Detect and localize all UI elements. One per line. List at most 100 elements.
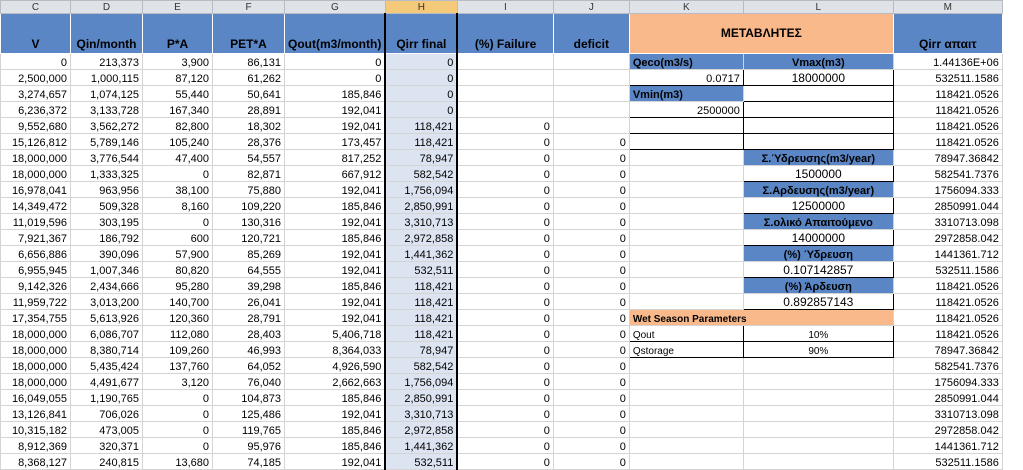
cell-qirr-final[interactable]: 582,542	[384, 165, 459, 182]
cell-peta[interactable]: 28,376	[212, 133, 285, 150]
cell-failure[interactable]: 0	[456, 133, 554, 150]
cell-pa[interactable]: 137,760	[142, 357, 213, 374]
cell-peta[interactable]: 39,298	[212, 277, 285, 294]
cell-qout[interactable]: 0	[284, 69, 386, 86]
cell-failure[interactable]: 0	[456, 389, 554, 406]
cell-pa[interactable]: 105,240	[142, 133, 213, 150]
cell-qin[interactable]: 240,815	[70, 453, 143, 470]
cell-pa[interactable]: 0	[142, 421, 213, 438]
cell-l[interactable]	[742, 101, 894, 118]
cell-v[interactable]: 11,959,722	[0, 293, 71, 310]
cell-l[interactable]	[742, 85, 894, 102]
header-v[interactable]: V	[0, 13, 71, 54]
cell-qout[interactable]: 2,662,663	[284, 373, 386, 390]
cell-pa[interactable]: 3,120	[142, 373, 213, 390]
cell-deficit[interactable]: 0	[552, 261, 630, 278]
cell-qirr-final[interactable]: 0	[384, 101, 459, 118]
cell-qin[interactable]: 473,005	[70, 421, 143, 438]
cell-peta[interactable]: 95,976	[212, 437, 285, 454]
cell-qin[interactable]: 213,373	[70, 53, 143, 70]
cell-deficit[interactable]: 0	[552, 437, 630, 454]
cell-l[interactable]	[742, 117, 894, 134]
cell-qin[interactable]: 2,434,666	[70, 277, 143, 294]
cell-qirr-final[interactable]: 1,756,094	[384, 181, 459, 198]
cell-qirr-required[interactable]: 1.44136E+06	[892, 53, 1003, 70]
qeco-value[interactable]: 0.0717	[628, 69, 744, 86]
column-header-g[interactable]: G	[284, 0, 386, 14]
cell-peta[interactable]: 75,880	[212, 181, 285, 198]
cell-l[interactable]	[742, 421, 894, 438]
cell-peta[interactable]: 64,555	[212, 261, 285, 278]
cell-pa[interactable]: 95,280	[142, 277, 213, 294]
cell-k[interactable]	[628, 117, 744, 134]
cell-pa[interactable]: 120,360	[142, 309, 213, 326]
cell-failure[interactable]	[456, 101, 554, 118]
cell-deficit[interactable]: 0	[552, 341, 630, 358]
cell-deficit[interactable]	[552, 85, 630, 102]
cell-k[interactable]	[628, 453, 744, 470]
vmin-value[interactable]: 2500000	[628, 101, 744, 118]
column-header-d[interactable]: D	[70, 0, 143, 14]
cell-qirr-required[interactable]: 118421.0526	[892, 325, 1003, 342]
cell-qirr-final[interactable]: 78,947	[384, 341, 459, 358]
cell-qout[interactable]: 192,041	[284, 293, 386, 310]
cell-v[interactable]: 0	[0, 53, 71, 70]
cell-deficit[interactable]: 0	[552, 389, 630, 406]
cell-v[interactable]: 13,126,841	[0, 405, 71, 422]
cell-qirr-final[interactable]: 2,972,858	[384, 421, 459, 438]
cell-v[interactable]: 14,349,472	[0, 197, 71, 214]
cell-qout[interactable]: 185,846	[284, 229, 386, 246]
cell-pa[interactable]: 0	[142, 405, 213, 422]
header-variables[interactable]: ΜΕΤΑΒΛΗΤΕΣ	[628, 13, 894, 54]
cell-qirr-required[interactable]: 118421.0526	[892, 293, 1003, 310]
cell-failure[interactable]: 0	[456, 277, 554, 294]
cell-k[interactable]	[628, 261, 744, 278]
cell-pa[interactable]: 57,900	[142, 245, 213, 262]
header-qin[interactable]: Qin/month	[70, 13, 143, 54]
cell-qirr-required[interactable]: 118421.0526	[892, 117, 1003, 134]
cell-k[interactable]	[628, 357, 744, 374]
cell-pa[interactable]: 87,120	[142, 69, 213, 86]
cell-failure[interactable]: 0	[456, 229, 554, 246]
cell-qirr-final[interactable]: 1,756,094	[384, 373, 459, 390]
cell-k[interactable]	[628, 437, 744, 454]
cell-peta[interactable]: 86,131	[212, 53, 285, 70]
cell-deficit[interactable]	[552, 117, 630, 134]
water-supply-label[interactable]: Σ.Ύδρευσης(m3/year)	[742, 149, 894, 166]
cell-deficit[interactable]: 0	[552, 165, 630, 182]
cell-qout[interactable]: 185,846	[284, 197, 386, 214]
pct-irrigation-label[interactable]: (%) Άρδευση	[742, 277, 894, 294]
cell-failure[interactable]	[456, 69, 554, 86]
cell-qin[interactable]: 1,333,325	[70, 165, 143, 182]
cell-qout[interactable]: 5,406,718	[284, 325, 386, 342]
cell-v[interactable]: 18,000,000	[0, 357, 71, 374]
vmax-value[interactable]: 18000000	[742, 69, 894, 86]
cell-qout[interactable]: 192,041	[284, 117, 386, 134]
cell-pa[interactable]: 140,700	[142, 293, 213, 310]
cell-pa[interactable]: 112,080	[142, 325, 213, 342]
cell-qout[interactable]: 192,041	[284, 245, 386, 262]
vmin-label[interactable]: Vmin(m3)	[628, 85, 744, 102]
column-header-h[interactable]: H	[384, 0, 458, 14]
cell-failure[interactable]: 0	[456, 261, 554, 278]
cell-k[interactable]	[628, 421, 744, 438]
cell-qin[interactable]: 320,371	[70, 437, 143, 454]
cell-qirr-final[interactable]: 118,421	[384, 309, 459, 326]
header-deficit[interactable]: deficit	[552, 13, 630, 54]
column-header-k[interactable]: K	[628, 0, 744, 14]
cell-failure[interactable]: 0	[456, 245, 554, 262]
cell-peta[interactable]: 64,052	[212, 357, 285, 374]
cell-qirr-required[interactable]: 532511.1586	[892, 261, 1003, 278]
cell-qin[interactable]: 1,007,346	[70, 261, 143, 278]
cell-pa[interactable]: 47,400	[142, 149, 213, 166]
cell-v[interactable]: 6,955,945	[0, 261, 71, 278]
cell-qin[interactable]: 186,792	[70, 229, 143, 246]
cell-qin[interactable]: 3,133,728	[70, 101, 143, 118]
cell-peta[interactable]: 18,302	[212, 117, 285, 134]
cell-peta[interactable]: 130,316	[212, 213, 285, 230]
cell-qout[interactable]: 185,846	[284, 437, 386, 454]
cell-pa[interactable]: 0	[142, 389, 213, 406]
wet-season-label[interactable]: Wet Season Parameters	[628, 309, 894, 326]
cell-qin[interactable]: 5,789,146	[70, 133, 143, 150]
cell-deficit[interactable]: 0	[552, 421, 630, 438]
